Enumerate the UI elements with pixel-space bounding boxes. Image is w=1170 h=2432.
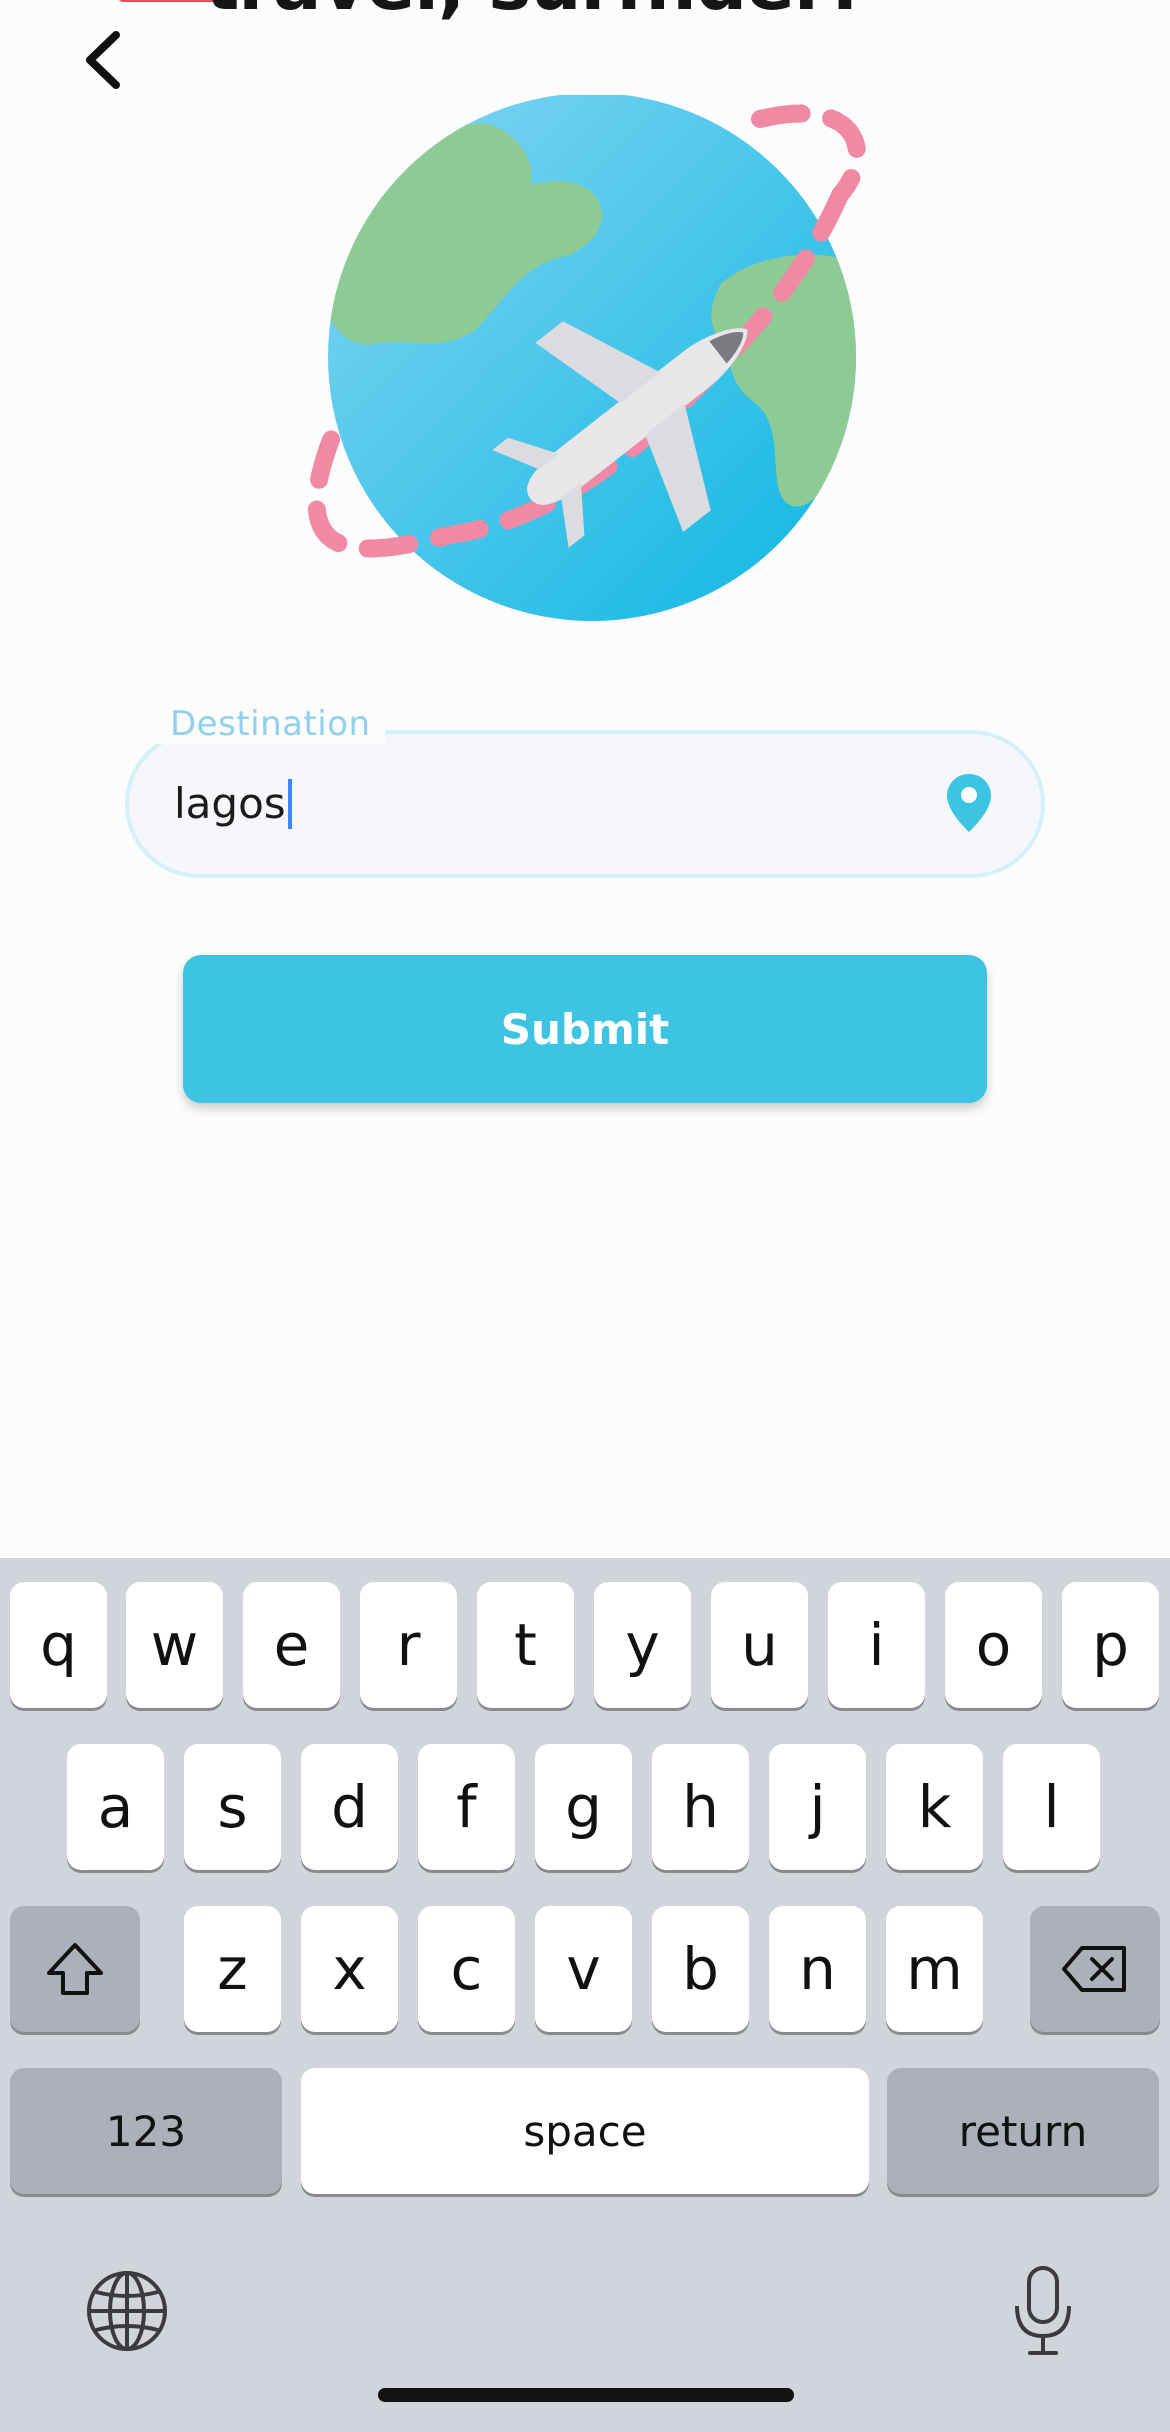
key-n[interactable]: n bbox=[769, 1906, 866, 2032]
space-key[interactable]: space bbox=[301, 2068, 869, 2194]
key-w[interactable]: w bbox=[126, 1582, 223, 1708]
shift-key[interactable] bbox=[10, 1906, 140, 2032]
key-t[interactable]: t bbox=[477, 1582, 574, 1708]
key-p[interactable]: p bbox=[1062, 1582, 1159, 1708]
destination-label: Destination bbox=[156, 704, 385, 744]
key-q[interactable]: q bbox=[10, 1582, 107, 1708]
key-j[interactable]: j bbox=[769, 1744, 866, 1870]
chevron-left-icon bbox=[86, 31, 120, 89]
home-indicator[interactable] bbox=[378, 2388, 794, 2402]
backspace-icon bbox=[1062, 1946, 1126, 1992]
key-l[interactable]: l bbox=[1003, 1744, 1100, 1870]
key-r[interactable]: r bbox=[360, 1582, 457, 1708]
page-title: travel, surfnder! bbox=[205, 0, 861, 26]
submit-button[interactable]: Submit bbox=[183, 955, 987, 1103]
globe-icon bbox=[87, 2271, 167, 2351]
back-button[interactable] bbox=[62, 20, 142, 100]
key-y[interactable]: y bbox=[594, 1582, 691, 1708]
key-m[interactable]: m bbox=[886, 1906, 983, 2032]
return-key[interactable]: return bbox=[887, 2068, 1159, 2194]
key-x[interactable]: x bbox=[301, 1906, 398, 2032]
key-e[interactable]: e bbox=[243, 1582, 340, 1708]
destination-input[interactable]: lagos bbox=[174, 776, 874, 832]
numbers-key[interactable]: 123 bbox=[10, 2068, 282, 2194]
dictation-key[interactable] bbox=[1010, 2264, 1076, 2358]
key-i[interactable]: i bbox=[828, 1582, 925, 1708]
location-pin-icon[interactable] bbox=[945, 772, 993, 834]
key-f[interactable]: f bbox=[418, 1744, 515, 1870]
key-v[interactable]: v bbox=[535, 1906, 632, 2032]
key-a[interactable]: a bbox=[67, 1744, 164, 1870]
key-h[interactable]: h bbox=[652, 1744, 749, 1870]
delete-key[interactable] bbox=[1030, 1906, 1160, 2032]
key-k[interactable]: k bbox=[886, 1744, 983, 1870]
onscreen-keyboard: q w e r t y u i o p a s d f g h j k l z … bbox=[0, 1558, 1170, 2432]
app-screen: travel, surfnder! bbox=[0, 0, 1170, 1558]
globe-key[interactable] bbox=[84, 2268, 170, 2354]
key-d[interactable]: d bbox=[301, 1744, 398, 1870]
destination-value: lagos bbox=[174, 779, 286, 828]
key-o[interactable]: o bbox=[945, 1582, 1042, 1708]
globe-airplane-illustration bbox=[300, 93, 880, 645]
key-s[interactable]: s bbox=[184, 1744, 281, 1870]
key-z[interactable]: z bbox=[184, 1906, 281, 2032]
microphone-icon bbox=[1015, 2266, 1071, 2355]
shift-icon bbox=[47, 1943, 103, 1995]
key-b[interactable]: b bbox=[652, 1906, 749, 2032]
key-c[interactable]: c bbox=[418, 1906, 515, 2032]
destination-field[interactable]: lagos bbox=[125, 730, 1045, 878]
key-g[interactable]: g bbox=[535, 1744, 632, 1870]
text-caret bbox=[287, 778, 292, 829]
key-u[interactable]: u bbox=[711, 1582, 808, 1708]
